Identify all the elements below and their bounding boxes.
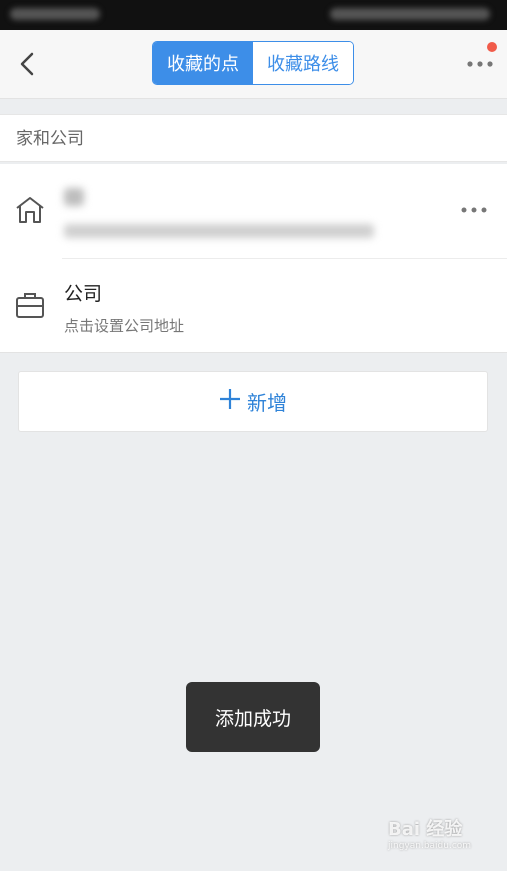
list-item-home[interactable] [0, 164, 507, 258]
company-title: 公司 [64, 283, 103, 305]
tab-favorite-points[interactable]: 收藏的点 [153, 42, 253, 84]
home-name-redacted [64, 188, 84, 206]
home-more-icon[interactable] [459, 202, 489, 218]
status-bar [0, 0, 507, 30]
plus-icon [219, 388, 241, 415]
company-address-hint: 点击设置公司地址 [64, 317, 185, 335]
header: 收藏的点 收藏路线 [0, 30, 507, 99]
add-label: 新增 [247, 391, 287, 415]
add-button[interactable]: 新增 [18, 371, 488, 432]
section-title: 家和公司 [0, 114, 507, 162]
segmented-tabs: 收藏的点 收藏路线 [152, 41, 354, 85]
watermark-url: jingyan.baidu.com [388, 841, 472, 851]
home-address-redacted [64, 224, 374, 238]
places-card: 公司 点击设置公司地址 [0, 164, 507, 353]
list-item-company[interactable]: 公司 点击设置公司地址 [0, 259, 507, 353]
toast-message: 添加成功 [186, 682, 320, 752]
tab-favorite-routes[interactable]: 收藏路线 [253, 42, 353, 84]
home-icon [14, 194, 46, 226]
watermark: Bai 经验 jingyan.baidu.com [388, 815, 498, 860]
more-icon[interactable] [465, 54, 495, 74]
watermark-brand: Bai 经验 [388, 819, 463, 840]
back-icon[interactable] [14, 48, 42, 80]
notification-badge [487, 42, 497, 52]
briefcase-icon [14, 289, 46, 321]
